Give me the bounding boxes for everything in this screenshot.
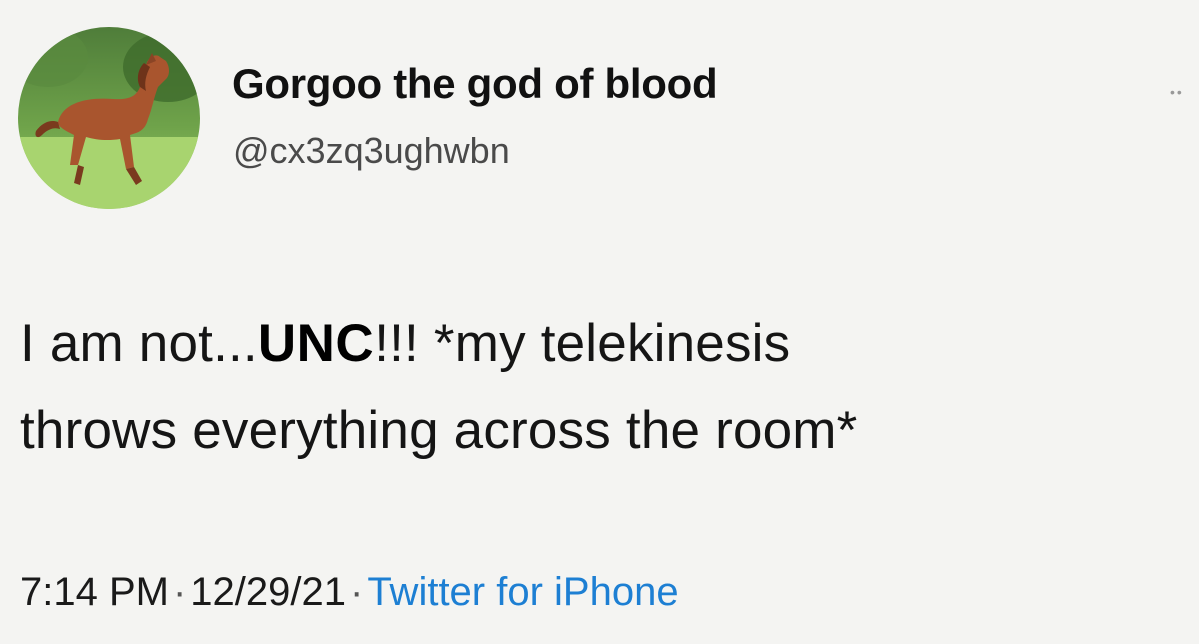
- display-name[interactable]: Gorgoo the god of blood: [232, 60, 718, 108]
- user-handle[interactable]: @cx3zq3ughwbn: [233, 130, 510, 172]
- horse-avatar-icon: [18, 27, 200, 209]
- meta-separator: ·: [172, 570, 187, 614]
- meta-separator: ·: [350, 570, 364, 614]
- tweet-meta: 7:14 PM · 12/29/21 · Twitter for iPhone: [20, 570, 679, 615]
- tweet-text: I am not...UNC!!! *my telekinesis throws…: [20, 300, 1190, 474]
- tweet-text-after: !!! *my telekinesis: [374, 314, 791, 373]
- more-options-icon[interactable]: ••: [1170, 84, 1184, 100]
- tweet-text-emphasis: UNC: [257, 314, 375, 373]
- tweet-text-line-2: throws everything across the room*: [20, 401, 858, 460]
- tweet-text-before: I am not...: [20, 314, 258, 373]
- user-avatar[interactable]: [18, 27, 200, 209]
- tweet-date[interactable]: 12/29/21: [190, 570, 346, 614]
- tweet-source-link[interactable]: Twitter for iPhone: [367, 570, 678, 614]
- tweet-text-line-1: I am not...UNC!!! *my telekinesis: [20, 300, 1190, 387]
- tweet-time[interactable]: 7:14 PM: [20, 570, 169, 614]
- tweet-card: Gorgoo the god of blood @cx3zq3ughwbn ••…: [0, 0, 1199, 644]
